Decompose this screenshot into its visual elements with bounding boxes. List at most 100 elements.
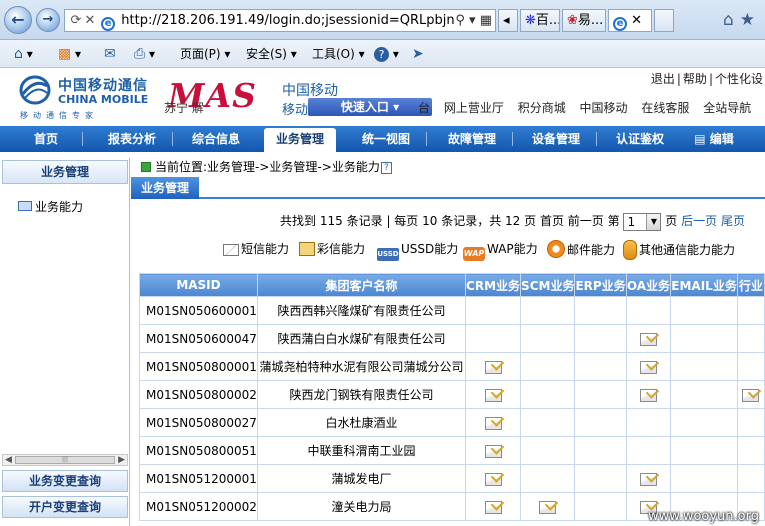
capability-check-icon[interactable] bbox=[639, 332, 657, 346]
column-header-oa[interactable]: OA业务 bbox=[625, 273, 672, 297]
browser-tab-baidu[interactable]: ❋百... bbox=[520, 9, 560, 32]
nav-general-info[interactable]: 综合信息 bbox=[180, 126, 252, 152]
capability-check-icon[interactable] bbox=[742, 388, 760, 402]
table-row[interactable]: M01SN050600001 陕西西韩兴隆煤矿有限责任公司 bbox=[139, 296, 765, 325]
nav-home[interactable]: 首页 bbox=[14, 126, 78, 152]
industry-cell bbox=[736, 324, 765, 353]
page-select[interactable]: 1 ▼ bbox=[623, 212, 662, 231]
stop-icon[interactable]: ✕ bbox=[83, 10, 97, 31]
column-header-industry[interactable]: 行业 bbox=[736, 273, 765, 297]
capability-check-icon[interactable] bbox=[539, 500, 557, 514]
url-text: http://218.206.191.49/login.do;jsessioni… bbox=[121, 13, 455, 28]
last-page-link[interactable]: 尾页 bbox=[721, 214, 745, 228]
site-link-online-hall[interactable]: 网上营业厅 bbox=[444, 101, 504, 115]
search-icon[interactable]: ⚲ bbox=[455, 13, 465, 28]
tools-menu[interactable]: 工具(O) ▾ bbox=[312, 40, 365, 68]
location-icon bbox=[141, 162, 151, 172]
column-header-crm[interactable]: CRM业务 bbox=[465, 273, 522, 297]
column-header-email[interactable]: EMAIL业务 bbox=[670, 273, 738, 297]
erp-cell bbox=[574, 380, 627, 409]
browser-tab-active[interactable]: e ✕ bbox=[608, 9, 652, 32]
help-link[interactable]: 帮助 bbox=[683, 72, 707, 86]
mas-subtitle: 中国移动 bbox=[282, 83, 338, 99]
dropdown-icon[interactable]: ▾ bbox=[469, 13, 476, 28]
capability-check-icon[interactable] bbox=[484, 444, 502, 458]
masid-cell: M01SN051200001 bbox=[139, 464, 258, 493]
erp-cell bbox=[574, 464, 627, 493]
table-row[interactable]: M01SN050600047 陕西蒲白白水煤矿有限责任公司 bbox=[139, 324, 765, 353]
site-link-platform[interactable]: 台 bbox=[418, 101, 430, 115]
nav-device-management[interactable]: 设备管理 bbox=[520, 126, 592, 152]
site-link-points-mall[interactable]: 积分商城 bbox=[518, 101, 566, 115]
oa-cell bbox=[625, 352, 672, 381]
browser-tab-yi[interactable]: ❀易... bbox=[562, 9, 606, 32]
logout-link[interactable]: 退出 bbox=[651, 72, 675, 86]
capability-check-icon[interactable] bbox=[484, 500, 502, 514]
column-header-scm[interactable]: SCM业务 bbox=[520, 273, 576, 297]
table-row[interactable]: M01SN050800002 陕西龙门钢铁有限责任公司 bbox=[139, 380, 765, 409]
favorites-star-icon[interactable]: ★ bbox=[740, 10, 761, 30]
capability-check-icon[interactable] bbox=[484, 388, 502, 402]
nav-business-management[interactable]: 业务管理 bbox=[264, 128, 336, 152]
table-row[interactable]: M01SN050800051 中联重科渭南工业园 bbox=[139, 436, 765, 465]
tabs-scroll-left[interactable]: ◂ bbox=[498, 9, 518, 32]
scroll-right-icon[interactable]: ▶ bbox=[118, 454, 125, 466]
account-change-query-button[interactable]: 开户变更查询 bbox=[2, 496, 128, 518]
first-page-link[interactable]: 首页 bbox=[540, 214, 564, 228]
scroll-left-icon[interactable]: ◀ bbox=[5, 454, 12, 466]
capability-check-icon[interactable] bbox=[639, 360, 657, 374]
forward-arrow-icon[interactable]: → bbox=[36, 8, 60, 32]
prev-page-link[interactable]: 前一页 bbox=[568, 214, 604, 228]
sidebar-item-business-capability[interactable]: 业务能力 bbox=[18, 198, 83, 215]
crm-cell bbox=[465, 296, 522, 325]
site-link-china-mobile[interactable]: 中国移动 bbox=[580, 101, 628, 115]
refresh-icon[interactable]: ⟳ bbox=[69, 10, 83, 31]
home-command-icon[interactable]: ⌂ ▾ bbox=[14, 40, 33, 68]
capability-check-icon[interactable] bbox=[484, 360, 502, 374]
new-tab-button[interactable] bbox=[654, 9, 674, 32]
erp-cell bbox=[574, 408, 627, 437]
capability-check-icon[interactable] bbox=[639, 472, 657, 486]
column-header-customer-name[interactable]: 集团客户名称 bbox=[256, 273, 467, 297]
capability-check-icon[interactable] bbox=[484, 472, 502, 486]
column-header-erp[interactable]: ERP业务 bbox=[574, 273, 627, 297]
table-row[interactable]: M01SN050800001 蒲城尧柏特种水泥有限公司蒲城分公司 bbox=[139, 352, 765, 381]
business-change-query-button[interactable]: 业务变更查询 bbox=[2, 470, 128, 492]
address-bar[interactable]: ⟳ ✕ e http://218.206.191.49/login.do;jses… bbox=[64, 9, 496, 32]
close-tab-icon[interactable]: ✕ bbox=[631, 13, 642, 28]
capability-check-icon[interactable] bbox=[484, 416, 502, 430]
ie-tab-icon: e bbox=[613, 17, 627, 31]
quick-entry-button[interactable]: 快速入口 ▾ bbox=[308, 98, 432, 116]
rss-feed-icon[interactable]: ▩ ▾ bbox=[58, 40, 81, 68]
help-menu-icon[interactable]: ? ▾ bbox=[374, 40, 399, 68]
next-page-link[interactable]: 后一页 bbox=[681, 214, 717, 228]
nav-separator bbox=[82, 132, 83, 146]
research-icon[interactable]: ➤ bbox=[412, 40, 424, 68]
site-link-site-nav[interactable]: 全站导航 bbox=[703, 101, 751, 115]
help-icon[interactable]: ? bbox=[380, 162, 392, 174]
site-link-online-service[interactable]: 在线客服 bbox=[641, 101, 689, 115]
capability-check-icon[interactable] bbox=[639, 388, 657, 402]
column-header-masid[interactable]: MASID bbox=[139, 273, 258, 297]
back-arrow-icon[interactable]: ← bbox=[4, 6, 32, 34]
scm-cell bbox=[520, 492, 576, 521]
customer-name-cell: 蒲城尧柏特种水泥有限公司蒲城分公司 bbox=[256, 352, 467, 381]
nav-unified-view[interactable]: 统一视图 bbox=[350, 126, 422, 152]
nav-edit[interactable]: ▤ 编辑 bbox=[684, 126, 744, 152]
page-menu[interactable]: 页面(P) ▾ bbox=[180, 40, 230, 68]
personalize-link[interactable]: 个性化设 bbox=[715, 72, 763, 86]
nav-report-analysis[interactable]: 报表分析 bbox=[96, 126, 168, 152]
dropdown-arrow-icon[interactable]: ▼ bbox=[646, 213, 661, 230]
table-row[interactable]: M01SN050800027 白水杜康酒业 bbox=[139, 408, 765, 437]
customer-name-cell: 蒲城发电厂 bbox=[256, 464, 467, 493]
home-icon[interactable]: ⌂ bbox=[723, 10, 740, 30]
table-row[interactable]: M01SN051200001 蒲城发电厂 bbox=[139, 464, 765, 493]
print-icon[interactable]: ⎙ ▾ bbox=[134, 40, 155, 68]
sidebar-horizontal-scrollbar[interactable]: ◀ ||| ▶ bbox=[2, 454, 128, 466]
mail-icon[interactable]: ✉ bbox=[104, 40, 116, 68]
nav-authentication[interactable]: 认证鉴权 bbox=[604, 126, 676, 152]
section-tab-business-management[interactable]: 业务管理 bbox=[131, 177, 199, 199]
safety-menu[interactable]: 安全(S) ▾ bbox=[246, 40, 297, 68]
nav-fault-management[interactable]: 故障管理 bbox=[436, 126, 508, 152]
scroll-thumb[interactable]: ||| bbox=[15, 456, 115, 464]
